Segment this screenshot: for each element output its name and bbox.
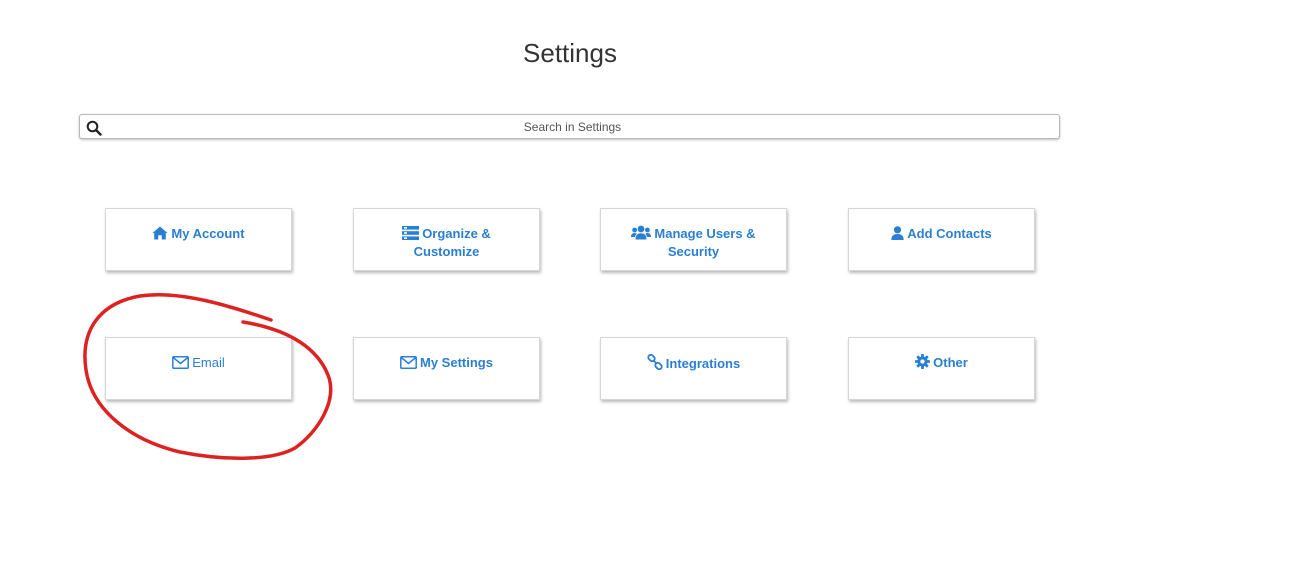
tile-label-line2: Customize (413, 244, 480, 259)
search-icon (86, 120, 102, 136)
tile-email[interactable]: Email (105, 337, 292, 400)
tile-manage-users-security[interactable]: Manage Users & Security (600, 208, 787, 271)
tile-label: Email (192, 355, 225, 370)
link-icon (647, 354, 663, 370)
user-icon (891, 226, 904, 240)
envelope-icon (172, 356, 190, 369)
annotation-circle (83, 292, 333, 461)
search-box[interactable] (79, 114, 1060, 139)
tile-label: Add Contacts (907, 226, 992, 241)
users-icon (631, 225, 652, 240)
tile-label: Manage Users & (654, 226, 756, 241)
envelope-icon (400, 356, 417, 369)
tile-integrations[interactable]: Integrations (600, 337, 787, 400)
tile-label: Other (933, 355, 968, 370)
tile-label-line2: Security (667, 244, 720, 259)
tile-other[interactable]: Other (848, 337, 1035, 400)
page-title: Settings (523, 38, 617, 68)
tile-my-settings[interactable]: My Settings (353, 337, 540, 400)
list-icon (402, 226, 420, 240)
tile-label: Organize & (422, 226, 491, 241)
tile-organize-customize[interactable]: Organize & Customize (353, 208, 540, 271)
tile-label: Integrations (665, 356, 741, 371)
gear-icon (915, 354, 931, 369)
tile-my-account[interactable]: My Account (105, 208, 292, 271)
tile-label: My Account (171, 226, 245, 241)
tile-label: My Settings (420, 355, 493, 370)
tile-add-contacts[interactable]: Add Contacts (848, 208, 1035, 271)
home-icon (152, 226, 168, 240)
search-input[interactable] (110, 115, 1035, 138)
